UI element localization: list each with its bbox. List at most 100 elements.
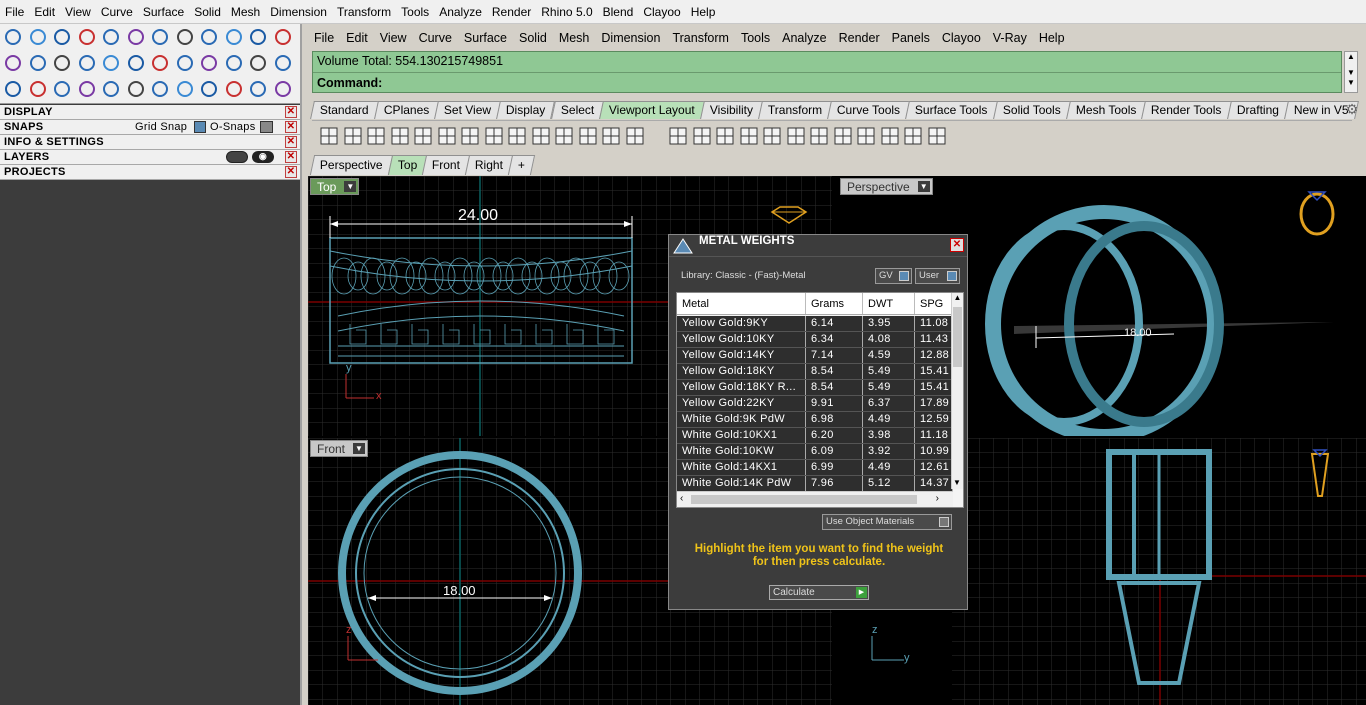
tool-button[interactable] xyxy=(174,78,196,100)
tool-button[interactable] xyxy=(198,78,220,100)
chevron-down-icon[interactable]: ▼ xyxy=(917,181,930,192)
tool-button[interactable] xyxy=(27,78,49,100)
tool-button[interactable] xyxy=(125,52,147,74)
tab-visibility[interactable]: Visibility xyxy=(699,101,763,119)
layout-tool-button[interactable] xyxy=(879,125,901,147)
table-row[interactable]: White Gold:10KX1 6.20 3.98 11.18 xyxy=(677,428,953,444)
panel-projects[interactable]: PROJECTS ✕ xyxy=(0,165,300,180)
dialog-title-bar[interactable]: METAL WEIGHTS xyxy=(669,235,967,257)
layout-tool-button[interactable] xyxy=(459,125,481,147)
tab-select[interactable]: Select xyxy=(550,101,604,119)
tab-curve-tools[interactable]: Curve Tools xyxy=(827,101,911,119)
menu-item-render[interactable]: Render xyxy=(487,0,536,24)
menu-item-mesh[interactable]: Mesh xyxy=(226,0,265,24)
menu-item-tools[interactable]: Tools xyxy=(396,0,434,24)
menu-item-analyze[interactable]: Analyze xyxy=(434,0,487,24)
tool-button[interactable] xyxy=(223,52,245,74)
tool-button[interactable] xyxy=(100,52,122,74)
column-header[interactable]: SPG xyxy=(915,293,953,314)
tool-button[interactable] xyxy=(125,78,147,100)
layout-tool-button[interactable] xyxy=(667,125,689,147)
layout-tool-button[interactable] xyxy=(342,125,364,147)
menu-item-transform[interactable]: Transform xyxy=(332,0,396,24)
rhino-menu-item-curve[interactable]: Curve xyxy=(413,31,458,45)
tool-button[interactable] xyxy=(76,52,98,74)
table-row[interactable]: White Gold:14KX1 6.99 4.49 12.61 xyxy=(677,460,953,476)
panel-snaps[interactable]: SNAPS Grid Snap O-Snaps ✕ xyxy=(0,120,300,135)
menu-item-surface[interactable]: Surface xyxy=(138,0,189,24)
menu-item-blend[interactable]: Blend xyxy=(598,0,639,24)
layout-tool-button[interactable] xyxy=(832,125,854,147)
grid-snap-toggle[interactable] xyxy=(194,121,206,133)
osnaps-toggle[interactable] xyxy=(260,121,273,133)
close-icon[interactable]: ✕ xyxy=(950,238,964,252)
layout-tool-button[interactable] xyxy=(553,125,575,147)
rhino-menu-item-help[interactable]: Help xyxy=(1033,31,1071,45)
tool-button[interactable] xyxy=(149,78,171,100)
tab-set-view[interactable]: Set View xyxy=(434,101,502,119)
use-object-materials-toggle[interactable]: Use Object Materials xyxy=(822,514,952,530)
menu-item-curve[interactable]: Curve xyxy=(96,0,138,24)
rhino-menu-item-v-ray[interactable]: V-Ray xyxy=(987,31,1033,45)
rhino-menu-item-edit[interactable]: Edit xyxy=(340,31,374,45)
viewport-label-top[interactable]: Top ▼ xyxy=(310,178,360,195)
layout-tool-button[interactable] xyxy=(926,125,948,147)
tab-transform[interactable]: Transform xyxy=(757,101,833,119)
viewport-label-front[interactable]: Front ▼ xyxy=(310,440,369,457)
tool-button[interactable] xyxy=(272,78,294,100)
chevron-right-icon[interactable]: › xyxy=(936,493,939,504)
chevron-down-icon[interactable]: ▼ xyxy=(353,443,366,454)
metal-table[interactable]: Metal Grams DWT SPG Yellow Gold:9KY 6.14 3.95… xyxy=(676,292,964,508)
menu-item-clayoo[interactable]: Clayoo xyxy=(638,0,685,24)
table-row[interactable]: Yellow Gold:22KY 9.91 6.37 17.89 xyxy=(677,396,953,412)
table-row[interactable]: Yellow Gold:10KY 6.34 4.08 11.43 xyxy=(677,332,953,348)
layout-tool-button[interactable] xyxy=(714,125,736,147)
rhino-menu-item-mesh[interactable]: Mesh xyxy=(553,31,596,45)
chevron-down-icon[interactable]: ▼ xyxy=(1345,78,1357,88)
layout-tool-button[interactable] xyxy=(318,125,340,147)
tab-mesh-tools[interactable]: Mesh Tools xyxy=(1065,101,1146,119)
tool-button[interactable] xyxy=(125,26,147,48)
tool-button[interactable] xyxy=(198,26,220,48)
tool-button[interactable] xyxy=(223,26,245,48)
close-icon[interactable]: ✕ xyxy=(285,151,297,163)
table-row[interactable]: Yellow Gold:14KY 7.14 4.59 12.88 xyxy=(677,348,953,364)
rhino-menu-item-surface[interactable]: Surface xyxy=(458,31,513,45)
panel-display[interactable]: DISPLAY ✕ xyxy=(0,105,300,120)
close-icon[interactable]: ✕ xyxy=(285,121,297,133)
column-header[interactable]: DWT xyxy=(863,293,915,314)
menu-item-dimension[interactable]: Dimension xyxy=(265,0,332,24)
tool-button[interactable] xyxy=(272,26,294,48)
tool-button[interactable] xyxy=(198,52,220,74)
layout-tool-button[interactable] xyxy=(785,125,807,147)
viewport-label-perspective[interactable]: Perspective ▼ xyxy=(840,178,933,195)
layout-tool-button[interactable] xyxy=(738,125,760,147)
gv-button[interactable]: GV xyxy=(875,268,912,284)
tool-button[interactable] xyxy=(76,78,98,100)
close-icon[interactable]: ✕ xyxy=(285,166,297,178)
rhino-menu-item-solid[interactable]: Solid xyxy=(513,31,553,45)
horizontal-scrollbar[interactable]: ‹ › xyxy=(677,491,953,507)
tab-standard[interactable]: Standard xyxy=(310,101,379,119)
menu-item-view[interactable]: View xyxy=(60,0,96,24)
tool-button[interactable] xyxy=(51,52,73,74)
user-button[interactable]: User xyxy=(915,268,960,284)
eye-icon[interactable]: ◉ xyxy=(252,151,274,163)
tool-button[interactable] xyxy=(100,26,122,48)
layout-tool-button[interactable] xyxy=(691,125,713,147)
layout-tool-button[interactable] xyxy=(506,125,528,147)
column-header[interactable]: Metal xyxy=(677,293,806,314)
layout-tool-button[interactable] xyxy=(902,125,924,147)
tool-button[interactable] xyxy=(272,52,294,74)
chevron-down-icon[interactable]: ▼ xyxy=(344,181,357,192)
chevron-down-icon[interactable]: ▼ xyxy=(1345,68,1357,78)
table-row[interactable]: Yellow Gold:18KY 8.54 5.49 15.41 xyxy=(677,364,953,380)
close-icon[interactable]: ✕ xyxy=(285,136,297,148)
rhino-menu-item-analyze[interactable]: Analyze xyxy=(776,31,832,45)
scroll-thumb[interactable] xyxy=(691,495,917,504)
menu-item-help[interactable]: Help xyxy=(686,0,721,24)
tool-button[interactable] xyxy=(247,26,269,48)
layout-tool-button[interactable] xyxy=(624,125,646,147)
menu-item-edit[interactable]: Edit xyxy=(29,0,60,24)
tab-surface-tools[interactable]: Surface Tools xyxy=(905,101,998,119)
